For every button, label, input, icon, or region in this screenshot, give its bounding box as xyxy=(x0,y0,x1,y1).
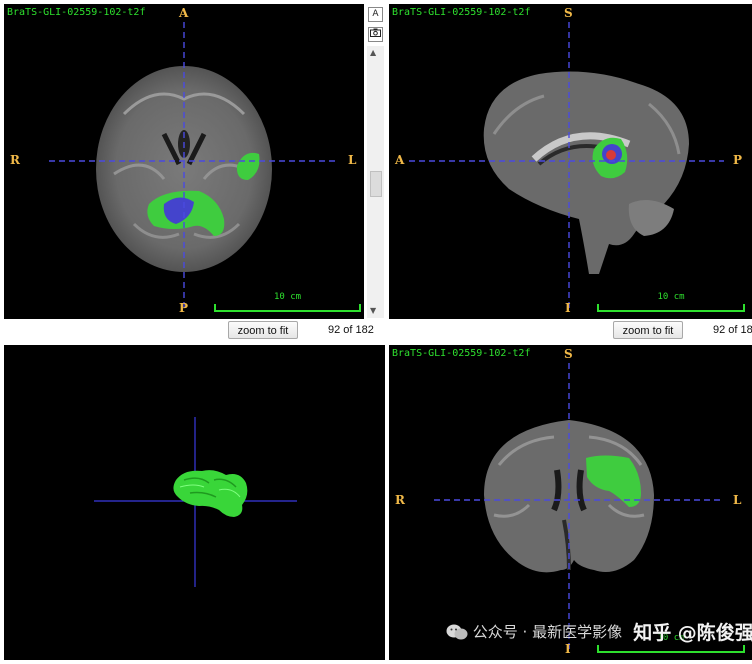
axial-label-right: L xyxy=(348,153,357,167)
axial-scalebar: 10 cm xyxy=(214,292,361,312)
coronal-label-left: R xyxy=(395,493,405,507)
sagittal-lesion-necrosis xyxy=(606,150,616,160)
sagittal-view[interactable]: BraTS-GLI-02559-102-t2f S I A P 10 cm xyxy=(389,4,752,319)
coronal-label-right: L xyxy=(733,493,742,507)
axial-zoom-to-fit-button[interactable]: zoom to fit xyxy=(228,321,298,339)
slice-scrollbar[interactable]: ▲ ▼ xyxy=(367,46,384,318)
sagittal-label-top: S xyxy=(564,6,573,20)
sagittal-brain xyxy=(483,71,689,275)
wechat-icon xyxy=(446,622,473,640)
axial-label-top: A xyxy=(179,6,189,20)
camera-icon[interactable] xyxy=(368,27,383,42)
sagittal-label-bottom: I xyxy=(565,301,571,315)
scrollbar-thumb[interactable] xyxy=(370,171,382,197)
sagittal-scale-label: 10 cm xyxy=(657,292,685,302)
axial-slice-counter: 92 of 182 xyxy=(328,324,374,336)
watermark: 公众号 · 最新医学影像 知乎 @陈俊强 xyxy=(446,618,752,645)
render3d-view[interactable] xyxy=(4,345,385,660)
annotate-button[interactable]: A xyxy=(368,7,383,22)
coronal-brain-image xyxy=(434,363,724,650)
sagittal-title: BraTS-GLI-02559-102-t2f xyxy=(392,7,531,18)
coronal-label-top: S xyxy=(564,347,573,361)
coronal-title: BraTS-GLI-02559-102-t2f xyxy=(392,348,531,359)
sagittal-zoom-to-fit-button[interactable]: zoom to fit xyxy=(613,321,683,339)
axial-brain-image xyxy=(49,22,339,309)
coronal-view[interactable]: BraTS-GLI-02559-102-t2f S I R L 10 cm xyxy=(389,345,752,660)
axial-view[interactable]: BraTS-GLI-02559-102-t2f A P R L 10 cm xyxy=(4,4,364,319)
sagittal-brain-image xyxy=(409,22,724,309)
axial-title: BraTS-GLI-02559-102-t2f xyxy=(7,7,146,18)
sagittal-label-right: P xyxy=(733,153,743,167)
render3d-image xyxy=(94,417,297,587)
scroll-up-icon[interactable]: ▲ xyxy=(370,48,376,57)
watermark-zhihu-text: 知乎 @陈俊强 xyxy=(633,622,752,644)
sagittal-scalebar: 10 cm xyxy=(597,292,745,312)
axial-label-bottom: P xyxy=(179,301,189,315)
axial-scale-label: 10 cm xyxy=(273,292,302,302)
sagittal-slice-counter: 92 of 18 xyxy=(713,324,752,336)
axial-label-left: R xyxy=(10,153,20,167)
watermark-wechat-text: 公众号 · 最新医学影像 xyxy=(472,623,623,641)
scroll-down-icon[interactable]: ▼ xyxy=(370,306,376,315)
sagittal-label-left: A xyxy=(395,153,405,167)
